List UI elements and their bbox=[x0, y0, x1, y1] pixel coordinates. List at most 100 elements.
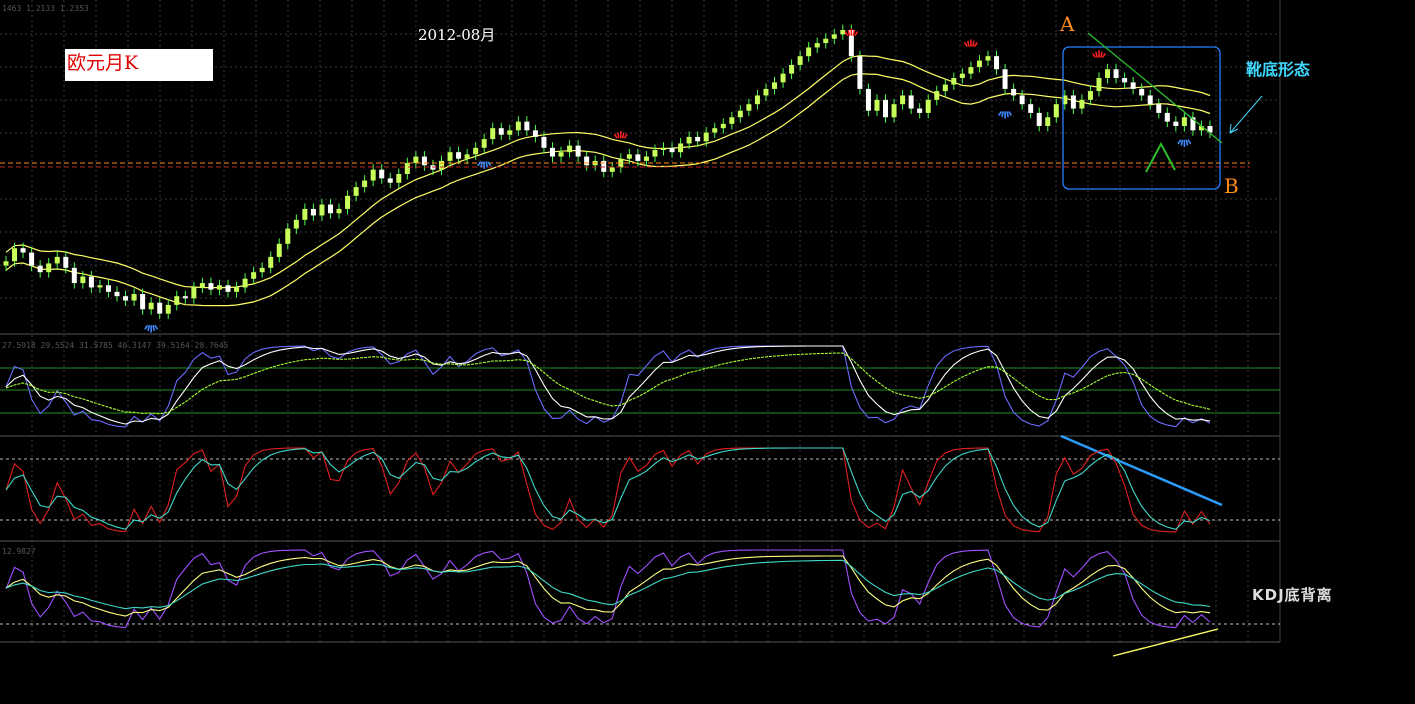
candle-body bbox=[865, 88, 871, 111]
candle-body bbox=[754, 95, 760, 105]
candle-body bbox=[558, 152, 564, 157]
candle-body bbox=[88, 276, 94, 288]
fractal-finger bbox=[152, 325, 155, 332]
candle-body bbox=[951, 78, 957, 85]
candle-body bbox=[652, 150, 658, 157]
candle-body bbox=[797, 56, 803, 65]
candle-body bbox=[319, 204, 325, 216]
candle-body bbox=[959, 73, 965, 78]
fractal-finger bbox=[1008, 111, 1012, 116]
candle-body bbox=[310, 208, 316, 216]
candle-body bbox=[823, 38, 829, 44]
kdj-readout: 12.9827 bbox=[2, 547, 36, 556]
candle-body bbox=[131, 294, 137, 301]
candle-body bbox=[140, 294, 146, 310]
fractal-finger bbox=[485, 161, 488, 168]
fractal-finger bbox=[1177, 139, 1182, 145]
candle-body bbox=[874, 99, 880, 111]
candle-body bbox=[541, 136, 547, 148]
fractal-finger bbox=[1095, 51, 1098, 58]
candle-body bbox=[515, 121, 521, 131]
candle-body bbox=[729, 117, 735, 124]
boot-bottom-marker bbox=[1145, 141, 1176, 173]
candle-body bbox=[447, 152, 453, 161]
candle-body bbox=[208, 283, 214, 290]
candle-body bbox=[532, 130, 538, 137]
candle-body bbox=[123, 296, 129, 301]
candle-body bbox=[71, 267, 77, 284]
candle-body bbox=[362, 180, 368, 188]
candle-body bbox=[976, 60, 982, 68]
candle-body bbox=[1139, 88, 1145, 96]
candle-body bbox=[1164, 112, 1170, 122]
fractal-top-marker bbox=[964, 39, 978, 47]
candle-body bbox=[438, 160, 444, 170]
candle-body bbox=[20, 248, 26, 253]
fractal-finger bbox=[967, 40, 970, 47]
candle-body bbox=[199, 283, 205, 288]
candle-body bbox=[814, 43, 820, 48]
candle-body bbox=[1028, 104, 1034, 113]
candle-body bbox=[148, 302, 154, 310]
candle-body bbox=[626, 154, 632, 159]
candle-body bbox=[285, 228, 291, 244]
candle-body bbox=[789, 64, 795, 74]
candle-body bbox=[763, 88, 769, 96]
fractal-finger bbox=[622, 132, 625, 139]
candle-body bbox=[498, 128, 504, 135]
fractal-top-marker bbox=[1092, 50, 1106, 58]
fractal-finger bbox=[147, 325, 150, 332]
candle-body bbox=[994, 56, 1000, 70]
candle-body bbox=[678, 143, 684, 153]
fractal-finger bbox=[1092, 53, 1096, 58]
candle-body bbox=[780, 73, 786, 83]
candle-body bbox=[404, 163, 410, 174]
candle-body bbox=[1011, 88, 1017, 96]
fractal-finger bbox=[1187, 139, 1192, 145]
fractal-finger bbox=[480, 161, 483, 168]
candle-body bbox=[54, 256, 60, 264]
fractal-finger bbox=[844, 31, 849, 36]
chart-canvas bbox=[0, 0, 1281, 657]
candle-body bbox=[635, 154, 641, 161]
fractal-finger bbox=[852, 29, 856, 36]
candle-body bbox=[985, 56, 991, 61]
fractal-finger bbox=[154, 325, 158, 330]
candle-body bbox=[661, 147, 667, 150]
candle-body bbox=[1002, 69, 1008, 89]
fractal-finger bbox=[624, 133, 628, 139]
fractal-bottom-marker bbox=[1177, 139, 1192, 148]
fractal-markers bbox=[144, 28, 1192, 333]
candle-body bbox=[12, 248, 18, 262]
candle-body bbox=[746, 104, 752, 111]
candle-body bbox=[80, 276, 86, 284]
candle-body bbox=[1045, 117, 1051, 126]
candle-body bbox=[97, 285, 103, 288]
candle-body bbox=[806, 47, 812, 57]
fractal-finger bbox=[972, 40, 975, 47]
fractal-bottom-marker bbox=[998, 111, 1012, 119]
candle-body bbox=[609, 167, 615, 172]
candle-body bbox=[1079, 99, 1085, 109]
candle-body bbox=[1019, 95, 1025, 105]
candle-body bbox=[1181, 117, 1187, 126]
candle-body bbox=[481, 139, 487, 148]
price-readout: 1463 1.2133 1.2353 bbox=[2, 4, 89, 13]
candle-body bbox=[1122, 78, 1128, 83]
fractal-finger bbox=[998, 111, 1002, 116]
candle-body bbox=[643, 156, 649, 161]
candle-body bbox=[524, 121, 530, 131]
candle-body bbox=[831, 34, 837, 39]
candle-body bbox=[942, 84, 948, 92]
candle-body bbox=[293, 219, 299, 229]
candle-body bbox=[251, 272, 257, 279]
candle-body bbox=[720, 123, 726, 129]
candle-body bbox=[387, 178, 393, 183]
candle-body bbox=[1105, 69, 1111, 78]
fractal-finger bbox=[964, 42, 968, 47]
fractal-bottom-marker bbox=[144, 325, 158, 333]
candle-body bbox=[1147, 95, 1153, 105]
chart-title: 欧元月K bbox=[65, 49, 213, 81]
candle-body bbox=[191, 287, 197, 299]
candle-body bbox=[1113, 69, 1119, 78]
